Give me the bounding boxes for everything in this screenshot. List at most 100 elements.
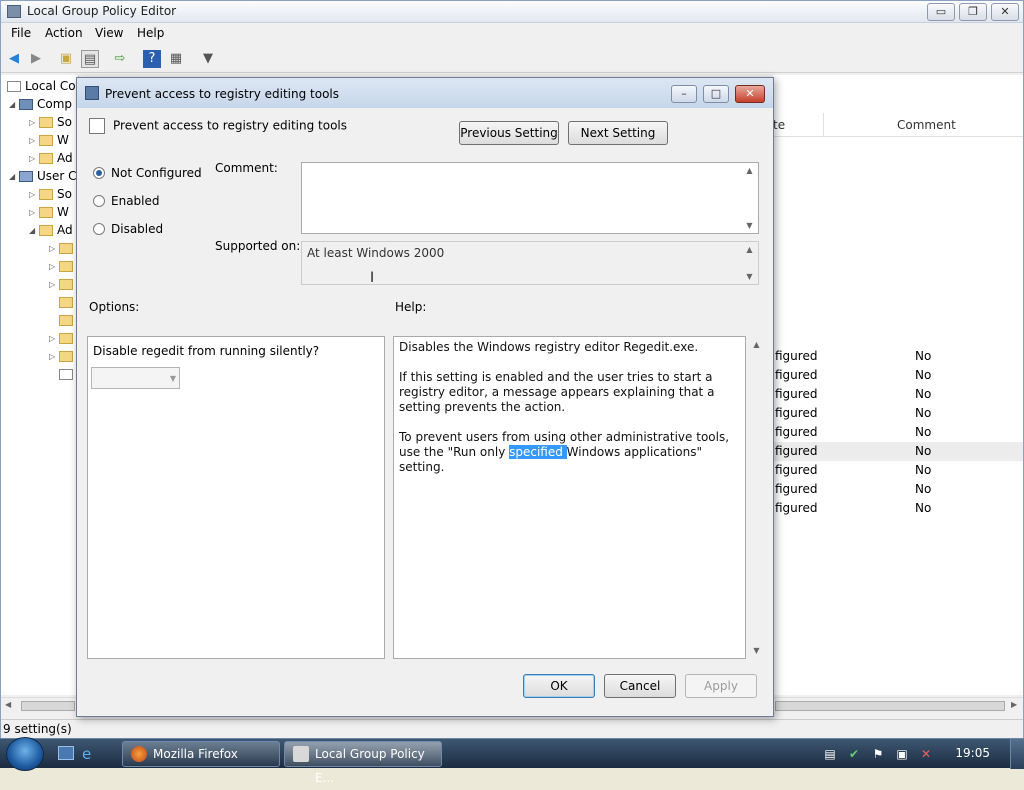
table-row[interactable]: figured No [773,404,1023,423]
tree-item[interactable] [59,295,77,313]
scroll-down-icon[interactable]: ▼ [748,646,765,655]
show-desktop-quicklaunch-icon[interactable] [58,746,74,760]
collapse-arrow-icon[interactable]: ▷ [29,136,39,145]
scroll-thumb[interactable] [21,701,75,711]
option-question: Disable regedit from running silently? [93,344,320,358]
collapse-arrow-icon[interactable]: ▷ [49,280,59,289]
document-tray-icon[interactable]: ▤ [822,746,838,762]
cancel-button[interactable]: Cancel [604,674,676,698]
collapse-arrow-icon[interactable]: ▷ [29,190,39,199]
collapse-arrow-icon[interactable]: ▷ [49,334,59,343]
menu-help[interactable]: Help [137,26,164,40]
table-row[interactable]: figured No [773,461,1023,480]
scroll-up-icon[interactable]: ▲ [748,340,765,349]
column-header-state[interactable]: te [773,118,785,132]
next-setting-button[interactable]: Next Setting [568,121,668,145]
export-list-icon[interactable]: ⇨ [111,50,129,68]
previous-setting-button[interactable]: Previous Setting [459,121,559,145]
tree-item[interactable]: ◢ User C [9,169,77,187]
show-desktop-button[interactable] [1010,739,1024,769]
tree-item[interactable]: ▷ [49,259,77,277]
properties-icon[interactable]: ▦ [167,50,185,68]
scroll-right-icon[interactable]: ▶ [1011,700,1017,709]
comment-textarea[interactable]: ▲ ▼ [301,162,759,234]
supported-on-label: Supported on: [215,239,301,253]
column-divider[interactable] [823,113,824,137]
flag-icon[interactable]: ⚑ [870,746,886,762]
menu-bar: File Action View Help [1,23,1023,45]
menu-view[interactable]: View [95,26,123,40]
table-row[interactable]: figured No [773,480,1023,499]
dialog-close-button[interactable]: ✕ [735,85,765,103]
table-row[interactable]: figured No [773,347,1023,366]
taskbar-group-policy[interactable]: Local Group Policy E... [284,741,442,785]
option-dropdown[interactable]: ▼ [91,367,180,389]
internet-explorer-icon[interactable]: e [82,745,100,763]
tree-item[interactable]: ▷ [49,241,77,259]
scroll-left-icon[interactable]: ◀ [5,700,11,709]
folder-icon [39,225,53,236]
comment-scrollbar[interactable]: ▲ ▼ [741,163,758,233]
tree-item[interactable] [59,367,77,385]
tree-item[interactable]: ◢ Ad [29,223,73,241]
radio-disabled[interactable]: Disabled [93,222,163,236]
menu-action[interactable]: Action [45,26,83,40]
table-row[interactable]: figured No [773,499,1023,518]
restore-button[interactable]: ❐ [959,3,987,21]
column-header-comment[interactable]: Comment [897,118,956,132]
taskbar-firefox[interactable]: Mozilla Firefox [122,741,280,767]
expand-arrow-icon[interactable]: ◢ [9,172,19,181]
network-icon[interactable]: ▣ [894,746,910,762]
help-scrollbar[interactable]: ▲ ▼ [748,336,765,659]
clock[interactable]: 19:05 [955,746,990,760]
tree-item[interactable]: ▷ Ad [29,151,73,169]
dialog-title-bar[interactable]: Prevent access to registry editing tools… [77,78,773,108]
table-row[interactable]: figured No [773,385,1023,404]
tree-item[interactable]: ▷ W [29,205,69,223]
collapse-arrow-icon[interactable]: ▷ [49,262,59,271]
ok-button[interactable]: OK [523,674,595,698]
table-row[interactable]: figured No [773,366,1023,385]
table-row-selected[interactable]: figured No [773,442,1023,461]
minimize-button[interactable]: ▭ [927,3,955,21]
tree-item[interactable]: ▷ [49,331,77,349]
help-text[interactable]: Disables the Windows registry editor Reg… [399,340,740,490]
settings-list-pane: te Comment figured No figured No figured No… [773,75,1023,695]
expand-arrow-icon[interactable]: ◢ [29,226,39,235]
tree-item[interactable]: ▷ W [29,133,69,151]
tree-item[interactable] [59,313,77,331]
tree-item[interactable]: ▷ [49,277,77,295]
back-icon[interactable]: ◀ [5,50,23,68]
forward-icon[interactable]: ▶ [27,50,45,68]
radio-enabled[interactable]: Enabled [93,194,160,208]
folder-icon [59,351,73,362]
tree-item[interactable]: ▷ [49,349,77,367]
filter-icon[interactable]: ▼ [199,50,217,68]
collapse-arrow-icon[interactable]: ▷ [29,154,39,163]
menu-file[interactable]: File [11,26,31,40]
scroll-thumb-right[interactable] [775,701,1005,711]
supported-scrollbar[interactable]: ▲ ▼ [741,242,758,284]
help-icon[interactable]: ? [143,50,161,68]
security-tray-icon[interactable]: ✔ [846,746,862,762]
collapse-arrow-icon[interactable]: ▷ [49,352,59,361]
dialog-minimize-button[interactable]: – [671,85,697,103]
table-row[interactable]: figured No [773,423,1023,442]
start-button[interactable] [6,737,44,771]
collapse-arrow-icon[interactable]: ▷ [29,208,39,217]
show-hide-tree-icon[interactable]: ▤ [81,50,99,68]
dialog-maximize-button[interactable]: □ [703,85,729,103]
tree-item[interactable]: ▷ So [29,187,72,205]
up-folder-icon[interactable]: ▣ [57,50,75,68]
tree-item[interactable]: ◢ Comp [9,97,72,115]
expand-arrow-icon[interactable]: ◢ [9,100,19,109]
collapse-arrow-icon[interactable]: ▷ [49,244,59,253]
tree-item[interactable]: ▷ So [29,115,72,133]
apply-button[interactable]: Apply [685,674,757,698]
close-button[interactable]: ✕ [991,3,1019,21]
radio-not-configured[interactable]: Not Configured [93,166,202,180]
chevron-down-icon: ▼ [169,374,176,383]
collapse-arrow-icon[interactable]: ▷ [29,118,39,127]
main-title-bar[interactable]: Local Group Policy Editor ▭ ❐ ✕ [1,1,1023,23]
volume-muted-icon[interactable]: ✕ [918,746,934,762]
